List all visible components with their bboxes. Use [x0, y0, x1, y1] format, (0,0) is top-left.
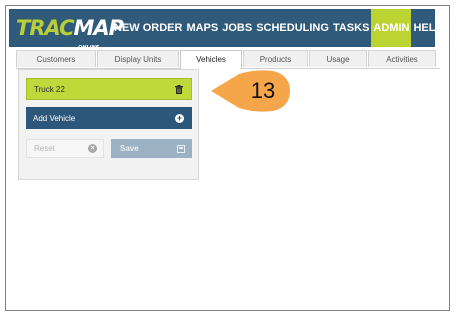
- tab-activities[interactable]: Activities: [368, 50, 436, 67]
- nav-scheduling[interactable]: SCHEDULING: [254, 9, 331, 47]
- add-vehicle-button[interactable]: Add Vehicle +: [26, 107, 192, 129]
- main-nav: NEW ORDER MAPS JOBS SCHEDULING TASKS ADM…: [112, 9, 445, 47]
- callout-number: 13: [250, 78, 276, 103]
- x-circle-icon: ×: [88, 144, 97, 153]
- tab-display-units[interactable]: Display Units: [97, 50, 179, 67]
- tab-customers[interactable]: Customers: [16, 50, 96, 67]
- nav-admin[interactable]: ADMIN: [371, 9, 412, 47]
- nav-maps[interactable]: MAPS: [184, 9, 220, 47]
- nav-help[interactable]: HELP: [411, 9, 444, 47]
- top-navigation-bar: TRACMAP ONLINE NEW ORDER MAPS JOBS SCHED…: [9, 9, 443, 51]
- nav-new-order[interactable]: NEW ORDER: [112, 9, 184, 47]
- tab-products[interactable]: Products: [243, 50, 308, 67]
- reset-label: Reset: [34, 144, 55, 153]
- nav-jobs[interactable]: JOBS: [220, 9, 254, 47]
- tab-usage[interactable]: Usage: [309, 50, 367, 67]
- plus-circle-icon: +: [175, 112, 184, 123]
- trash-icon[interactable]: [175, 84, 183, 94]
- tracmap-logo[interactable]: TRACMAP ONLINE: [16, 15, 124, 51]
- reset-button[interactable]: Reset ×: [26, 139, 104, 158]
- tab-vehicles[interactable]: Vehicles: [180, 50, 242, 69]
- admin-tabs: Customers Display Units Vehicles Product…: [16, 50, 440, 69]
- floppy-disk-icon: [177, 144, 185, 153]
- save-button[interactable]: Save: [111, 139, 192, 158]
- nav-tasks[interactable]: TASKS: [331, 9, 371, 47]
- save-label: Save: [120, 144, 139, 153]
- step-callout: 13: [209, 70, 291, 112]
- vehicle-name: Truck 22: [34, 84, 65, 94]
- vehicle-item-truck-22[interactable]: Truck 22: [26, 78, 192, 100]
- add-vehicle-label: Add Vehicle: [33, 113, 76, 123]
